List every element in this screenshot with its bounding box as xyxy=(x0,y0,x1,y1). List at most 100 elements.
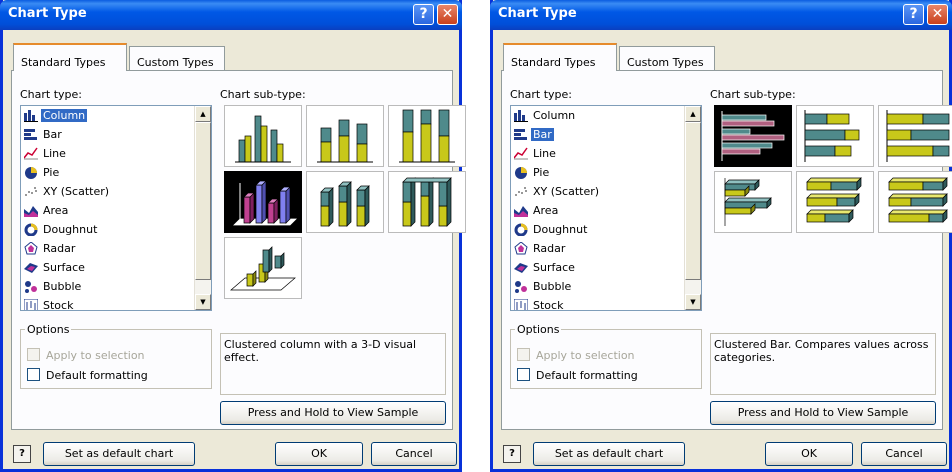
checkbox-label: Apply to selection xyxy=(46,349,145,362)
chart-type-list[interactable]: Column Bar Line Pie XY (Scatter) Area Do… xyxy=(20,105,212,311)
subtype-3d-stacked-column[interactable] xyxy=(306,171,384,233)
help-icon[interactable]: ? xyxy=(503,445,521,463)
close-button[interactable]: ✕ xyxy=(437,4,458,25)
list-item-surface[interactable]: Surface xyxy=(21,258,211,277)
ok-button[interactable]: OK xyxy=(275,442,363,466)
list-item-label: Bar xyxy=(531,128,554,141)
options-legend: Options xyxy=(515,323,562,336)
checkbox-box[interactable] xyxy=(27,348,40,361)
set-default-chart-button[interactable]: Set as default chart xyxy=(43,442,195,466)
list-scrollbar[interactable]: ▲ ▼ xyxy=(194,106,211,310)
list-item-bubble[interactable]: Bubble xyxy=(511,277,701,296)
tab-custom-types[interactable]: Custom Types xyxy=(129,46,225,70)
list-item-xy-scatter[interactable]: XY (Scatter) xyxy=(21,182,211,201)
list-item-area[interactable]: Area xyxy=(511,201,701,220)
apply-to-selection-checkbox[interactable]: Apply to selection xyxy=(27,348,145,362)
tab-label: Custom Types xyxy=(137,56,214,69)
subtype-100-stacked-bar[interactable] xyxy=(878,105,952,167)
list-item-doughnut[interactable]: Doughnut xyxy=(511,220,701,239)
list-item-bar[interactable]: Bar xyxy=(21,125,211,144)
list-item-column[interactable]: Column xyxy=(511,106,701,125)
list-item-label: Pie xyxy=(43,166,60,179)
subtype-3d-100-stacked-column[interactable] xyxy=(388,171,466,233)
press-hold-sample-button[interactable]: Press and Hold to View Sample xyxy=(710,401,936,425)
subtype-stacked-column[interactable] xyxy=(306,105,384,167)
chart-type-label: Chart type: xyxy=(20,88,83,101)
subtype-stacked-bar[interactable] xyxy=(796,105,874,167)
ok-button[interactable]: OK xyxy=(765,442,853,466)
tab-standard-types[interactable]: Standard Types xyxy=(503,43,617,71)
help-title-button[interactable]: ? xyxy=(413,4,434,25)
subtype-100-stacked-column[interactable] xyxy=(388,105,466,167)
cancel-button[interactable]: Cancel xyxy=(861,442,947,466)
title-bar[interactable]: Chart Type ? ✕ xyxy=(490,0,952,30)
tab-panel: Chart type: Chart sub-type: Column Bar L… xyxy=(11,70,466,430)
list-item-pie[interactable]: Pie xyxy=(511,163,701,182)
dialog-title: Chart Type xyxy=(498,6,577,21)
list-item-surface[interactable]: Surface xyxy=(511,258,701,277)
subtype-3d-column[interactable] xyxy=(224,237,302,299)
doughnut-chart-icon xyxy=(514,223,528,237)
title-bar[interactable]: Chart Type ? ✕ xyxy=(0,0,462,30)
subtype-3d-100-stacked-bar[interactable] xyxy=(878,171,952,233)
scroll-up-button[interactable]: ▲ xyxy=(195,106,211,122)
chart-type-list[interactable]: Column Bar Line Pie XY (Scatter) Area Do… xyxy=(510,105,702,311)
scroll-down-button[interactable]: ▼ xyxy=(195,294,211,310)
list-item-label: Column xyxy=(41,109,88,122)
scatter-chart-icon xyxy=(24,185,38,198)
scroll-up-button[interactable]: ▲ xyxy=(685,106,701,122)
pie-chart-icon xyxy=(24,166,38,179)
help-title-button[interactable]: ? xyxy=(903,4,924,25)
chart-description: Clustered Bar. Compares values across ca… xyxy=(710,333,936,395)
press-hold-sample-button[interactable]: Press and Hold to View Sample xyxy=(220,401,446,425)
close-button[interactable]: ✕ xyxy=(927,4,948,25)
checkbox-label: Apply to selection xyxy=(536,349,635,362)
list-item-stock[interactable]: Stock xyxy=(511,296,701,310)
list-item-pie[interactable]: Pie xyxy=(21,163,211,182)
list-item-line[interactable]: Line xyxy=(21,144,211,163)
subtype-3d-stacked-bar[interactable] xyxy=(796,171,874,233)
apply-to-selection-checkbox[interactable]: Apply to selection xyxy=(517,348,635,362)
checkbox-box[interactable] xyxy=(517,348,530,361)
list-item-doughnut[interactable]: Doughnut xyxy=(21,220,211,239)
list-item-radar[interactable]: Radar xyxy=(21,239,211,258)
default-formatting-checkbox[interactable]: Default formatting xyxy=(27,368,148,382)
tab-custom-types[interactable]: Custom Types xyxy=(619,46,715,70)
cancel-button[interactable]: Cancel xyxy=(371,442,457,466)
list-item-xy-scatter[interactable]: XY (Scatter) xyxy=(511,182,701,201)
subtype-3d-clustered-bar[interactable] xyxy=(714,171,792,233)
pie-chart-icon xyxy=(514,166,528,179)
tab-standard-types[interactable]: Standard Types xyxy=(13,43,127,71)
subtype-3d-clustered-column[interactable] xyxy=(224,171,302,233)
radar-chart-icon xyxy=(514,241,528,255)
set-default-chart-button[interactable]: Set as default chart xyxy=(533,442,685,466)
list-item-area[interactable]: Area xyxy=(21,201,211,220)
stock-chart-icon xyxy=(23,298,39,310)
list-item-column[interactable]: Column xyxy=(21,106,211,125)
default-formatting-checkbox[interactable]: Default formatting xyxy=(517,368,638,382)
subtype-clustered-bar[interactable] xyxy=(714,105,792,167)
checkbox-box[interactable] xyxy=(27,368,40,381)
list-item-bar[interactable]: Bar xyxy=(511,125,701,144)
subtype-clustered-column[interactable] xyxy=(224,105,302,167)
list-item-line[interactable]: Line xyxy=(511,144,701,163)
bar-chart-icon xyxy=(514,128,528,141)
scroll-thumb[interactable] xyxy=(195,122,211,280)
surface-chart-icon xyxy=(24,261,38,274)
stock-chart-icon xyxy=(513,298,529,310)
list-item-bubble[interactable]: Bubble xyxy=(21,277,211,296)
options-group: Options Apply to selection Default forma… xyxy=(510,323,702,389)
help-icon[interactable]: ? xyxy=(13,445,31,463)
checkbox-box[interactable] xyxy=(517,368,530,381)
list-item-radar[interactable]: Radar xyxy=(511,239,701,258)
scroll-thumb[interactable] xyxy=(685,122,701,280)
tab-panel: Chart type: Chart sub-type: Column Bar L… xyxy=(501,70,952,430)
area-chart-icon xyxy=(24,204,38,217)
scroll-down-button[interactable]: ▼ xyxy=(685,294,701,310)
doughnut-chart-icon xyxy=(24,223,38,237)
list-scrollbar[interactable]: ▲ ▼ xyxy=(684,106,701,310)
chart-type-label: Chart type: xyxy=(510,88,573,101)
list-item-label: Line xyxy=(533,147,556,160)
list-item-label: Bubble xyxy=(43,280,82,293)
list-item-stock[interactable]: Stock xyxy=(21,296,211,310)
